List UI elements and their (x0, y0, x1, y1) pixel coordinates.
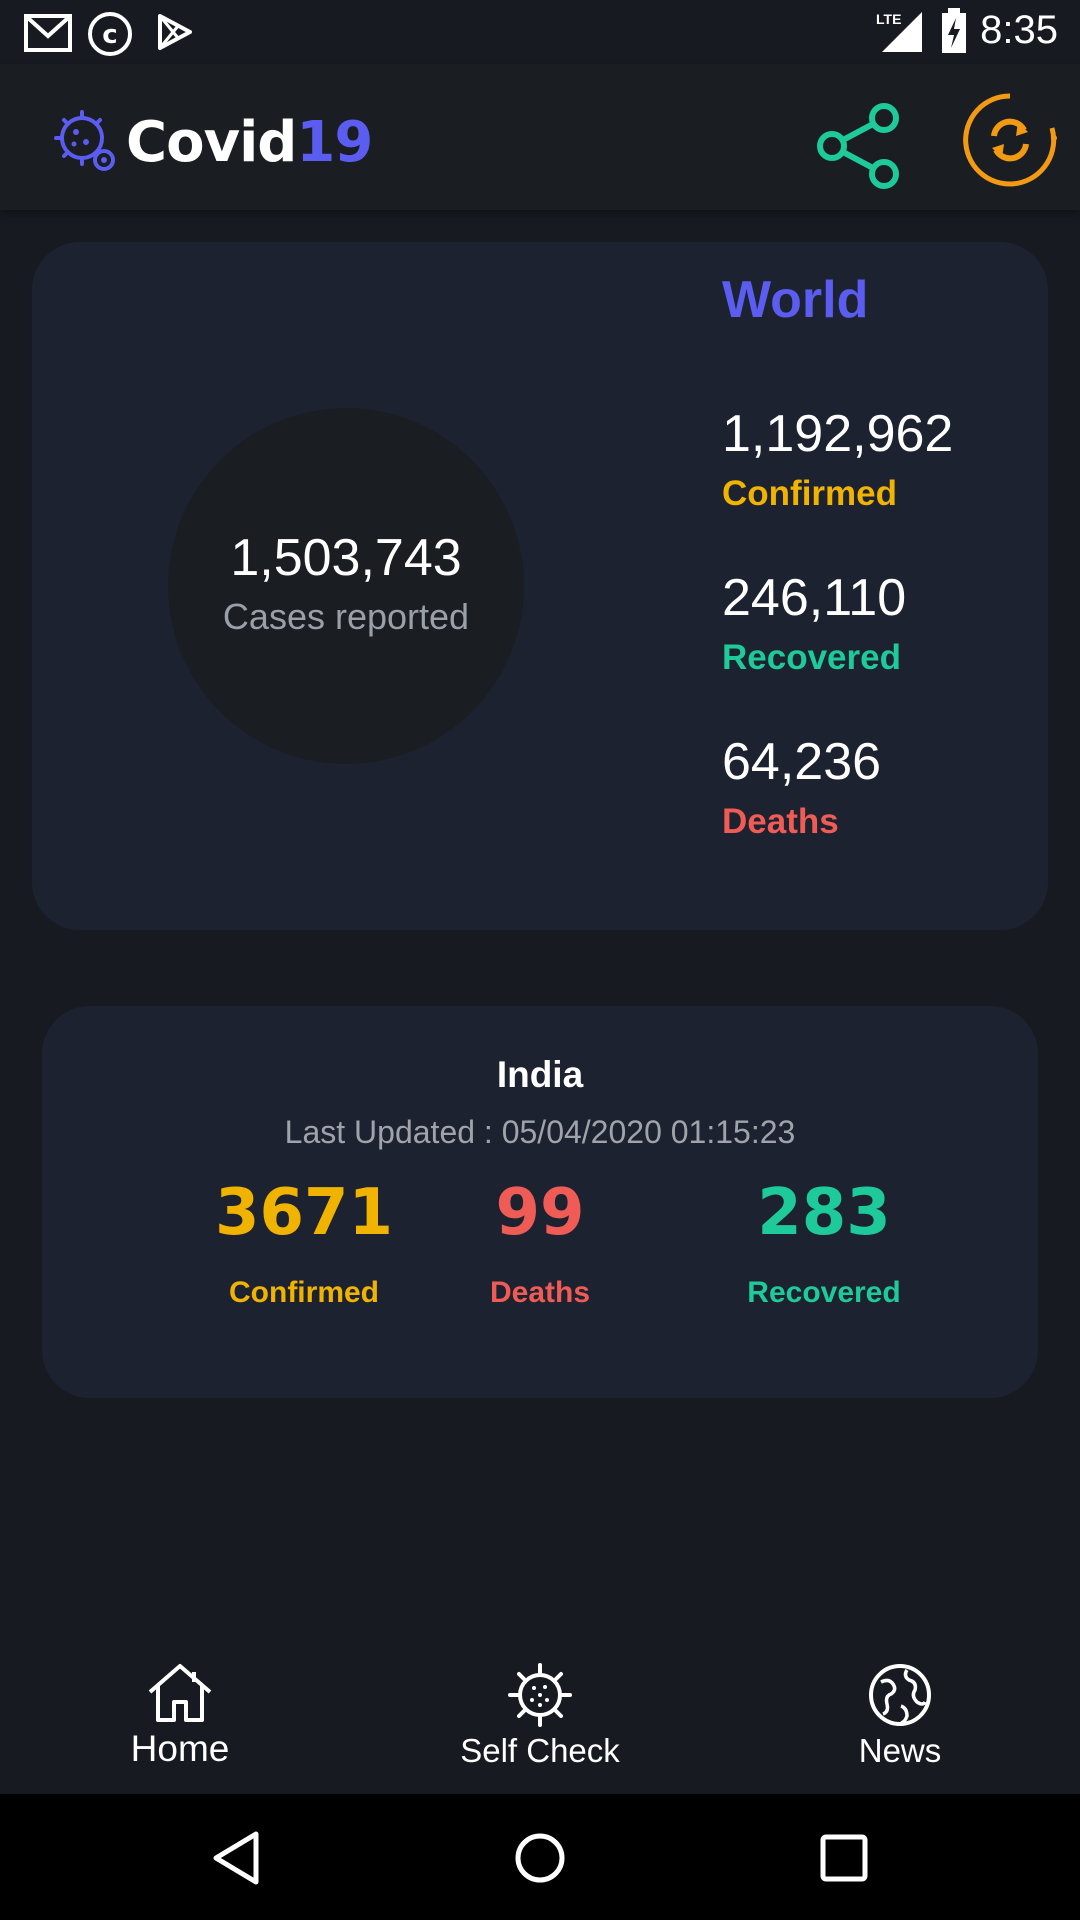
refresh-icon[interactable] (958, 88, 1062, 192)
nav-self-check-label: Self Check (460, 1732, 620, 1769)
nav-news-label: News (858, 1732, 942, 1769)
world-title: World (722, 271, 869, 329)
india-recovered-label: Recovered (747, 1276, 901, 1309)
world-confirmed-label: Confirmed (722, 474, 897, 513)
india-deaths-value: 99 (495, 1176, 585, 1250)
svg-text:c: c (102, 20, 117, 50)
india-last-updated: Last Updated : 05/04/2020 01:15:23 (284, 1114, 796, 1150)
play-store-icon (158, 14, 192, 50)
status-bar: c LTE 8:35 (0, 0, 1080, 64)
virus-icon (508, 1663, 572, 1727)
battery-charging-icon (942, 8, 966, 53)
india-summary-card: India Last Updated : 05/04/2020 01:15:23… (42, 1006, 1038, 1398)
nav-self-check[interactable]: Self Check (410, 1662, 670, 1770)
virus-gear-logo-icon (54, 110, 115, 171)
total-cases-value: 1,503,743 (230, 529, 462, 587)
status-time: 8:35 (980, 8, 1058, 52)
nav-home-label: Home (130, 1728, 230, 1769)
india-recovered-value: 283 (757, 1176, 891, 1250)
svg-text:LTE: LTE (876, 11, 901, 27)
india-deaths-label: Deaths (489, 1276, 591, 1309)
share-icon[interactable] (812, 96, 908, 192)
india-title: India (496, 1054, 584, 1095)
india-recovered-stat: 283 Recovered (674, 1176, 974, 1310)
india-deaths-stat: 99 Deaths (390, 1176, 690, 1310)
world-deaths-label: Deaths (722, 802, 839, 841)
nav-home[interactable]: Home (50, 1662, 310, 1770)
nav-news[interactable]: News (770, 1662, 1030, 1770)
signal-icon: LTE (876, 11, 922, 52)
globe-icon (869, 1664, 931, 1726)
world-recovered-value: 246,110 (722, 569, 907, 627)
back-icon[interactable] (210, 1830, 262, 1886)
home-circle-icon[interactable] (514, 1830, 566, 1886)
world-deaths-value: 64,236 (722, 733, 882, 791)
home-icon (148, 1664, 212, 1722)
system-navigation-bar (0, 1794, 1080, 1920)
c-circle-icon: c (88, 12, 132, 56)
recents-icon[interactable] (818, 1830, 870, 1886)
app-title: Covid19 (126, 110, 373, 175)
total-cases-circle: 1,503,743 Cases reported (168, 408, 524, 764)
world-recovered-label: Recovered (722, 638, 901, 677)
bottom-navigation: Home Self Check News (0, 1640, 1080, 1794)
gmail-icon (24, 14, 72, 52)
world-confirmed-value: 1,192,962 (722, 405, 954, 463)
app-header: Covid19 (0, 64, 1080, 210)
total-cases-label: Cases reported (222, 596, 470, 637)
app-title-main: Covid (126, 110, 297, 175)
app-title-accent: 19 (296, 110, 373, 175)
world-summary-card: 1,503,743 Cases reported World 1,192,962… (32, 242, 1048, 930)
